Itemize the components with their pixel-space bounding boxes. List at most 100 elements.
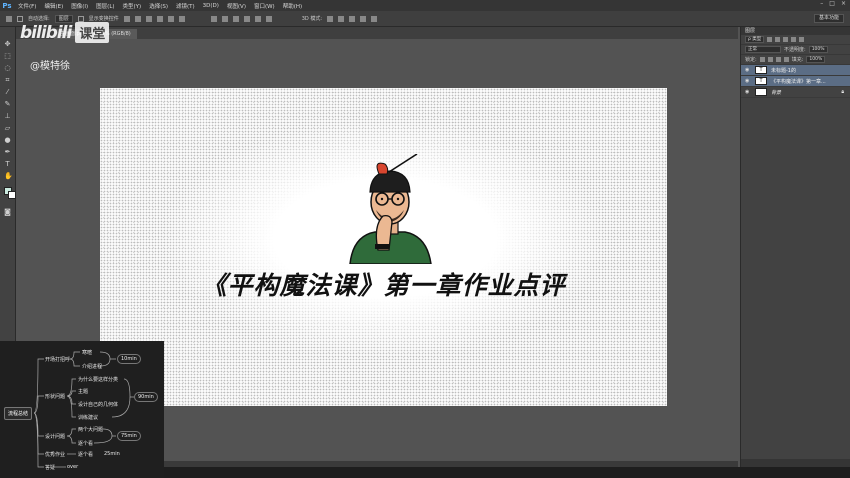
layer-row[interactable]: ◉ T 《平构魔法课》第一章... [741, 76, 850, 87]
watermark-course-badge: 课堂 [75, 22, 110, 43]
layer-row[interactable]: ◉ 背景 🔒︎ [741, 87, 850, 98]
menu-select[interactable]: 选择(S) [145, 2, 172, 10]
lock-all-icon[interactable] [783, 57, 789, 62]
window-controls: – □ × [820, 0, 846, 7]
minimize-icon[interactable]: – [820, 0, 823, 7]
lock-image-icon[interactable] [767, 57, 773, 62]
filter-smart-icon[interactable] [799, 37, 805, 42]
mindmap-time: 75min [117, 431, 141, 441]
lock-position-icon[interactable] [775, 57, 781, 62]
hand-tool-icon[interactable]: ✋ [4, 173, 13, 180]
auto-select-checkbox[interactable] [17, 15, 23, 22]
menu-type[interactable]: 类型(Y) [119, 2, 146, 10]
options-bar: 自动选择: 图层 显示变换控件 3D 模式: [0, 11, 850, 27]
type-tool-icon[interactable]: T [4, 161, 11, 168]
mindmap-branch: 形状问题 [45, 394, 66, 400]
auto-select-label: 自动选择: [28, 16, 50, 22]
layer-row[interactable]: ◉ T 未标题-1的 [741, 65, 850, 76]
align-right-icon[interactable] [178, 15, 185, 22]
mindmap-leaf: 逐个看 [78, 441, 94, 447]
visibility-eye-icon[interactable]: ◉ [745, 67, 751, 73]
distribute-top-icon[interactable] [210, 15, 217, 22]
layer-name: 背景 [771, 89, 782, 96]
brush-tool-icon[interactable]: ✎ [4, 101, 11, 108]
mindmap-time: 10min [117, 354, 141, 364]
3d-scale-icon[interactable] [371, 15, 378, 22]
mindmap-branch: 开场打招呼 [45, 357, 71, 363]
distribute-right-icon[interactable] [265, 15, 272, 22]
layers-panel: 图层 ρ 类型 正常 不透明度: 100% 锁定: 填充: 100% ◉ T 未… [740, 27, 850, 467]
pen-tool-icon[interactable]: ✒ [4, 149, 11, 156]
visibility-eye-icon[interactable]: ◉ [745, 78, 751, 84]
align-left-icon[interactable] [156, 15, 163, 22]
lasso-tool-icon[interactable]: ◌ [4, 65, 11, 72]
mindmap-branch: 答疑 [45, 465, 56, 471]
mindmap-root: 流程总结 [4, 407, 33, 420]
distribute-bottom-icon[interactable] [232, 15, 239, 22]
distribute-left-icon[interactable] [243, 15, 250, 22]
menu-bar: Ps 文件(F) 编辑(E) 图像(I) 图层(L) 类型(Y) 选择(S) 滤… [0, 0, 850, 11]
photoshop-logo-icon: Ps [2, 1, 12, 10]
menu-file[interactable]: 文件(F) [14, 2, 40, 10]
menu-image[interactable]: 图像(I) [67, 2, 92, 10]
background-color-swatch[interactable] [8, 191, 16, 199]
fill-field[interactable]: 100% [806, 56, 826, 63]
align-bottom-icon[interactable] [145, 15, 152, 22]
menu-view[interactable]: 视图(V) [223, 2, 250, 10]
lock-transparent-icon[interactable] [759, 57, 765, 62]
show-transform-label: 显示变换控件 [88, 16, 119, 22]
menu-window[interactable]: 窗口(W) [250, 2, 279, 10]
align-center-icon[interactable] [167, 15, 174, 22]
filter-adjust-icon[interactable] [775, 37, 781, 42]
menu-3d[interactable]: 3D(D) [199, 3, 223, 9]
blur-tool-icon[interactable]: ● [4, 137, 11, 144]
3d-pan-icon[interactable] [349, 15, 356, 22]
eyedropper-tool-icon[interactable]: ⁄ [4, 89, 11, 96]
watermark-username: @模特徐 [30, 61, 70, 72]
opacity-field[interactable]: 100% [808, 46, 828, 53]
distribute-middle-icon[interactable] [221, 15, 228, 22]
bilibili-watermark: bilibili 课堂 [20, 22, 110, 43]
layer-name: 《平构魔法课》第一章... [771, 78, 826, 85]
menu-edit[interactable]: 编辑(E) [40, 2, 67, 10]
stamp-tool-icon[interactable]: ⊥ [4, 113, 11, 120]
filter-shape-icon[interactable] [791, 37, 797, 42]
eraser-tool-icon[interactable]: ▱ [4, 125, 11, 132]
illustrated-man-avatar [349, 154, 432, 264]
quick-mask-icon[interactable]: ◙ [4, 209, 11, 216]
move-tool-icon[interactable] [6, 15, 12, 22]
menu-help[interactable]: 帮助(H) [279, 2, 306, 10]
blend-mode-dropdown[interactable]: 正常 [745, 46, 781, 53]
3d-rotate-icon[interactable] [327, 15, 334, 22]
opacity-label: 不透明度: [784, 47, 806, 53]
layer-thumbnail [755, 88, 767, 96]
filter-type-icon[interactable] [783, 37, 789, 42]
maximize-icon[interactable]: □ [829, 0, 835, 7]
mindmap-time: 25min [104, 451, 120, 457]
crop-tool-icon[interactable]: ⌗ [4, 77, 11, 84]
layer-filter-dropdown[interactable]: ρ 类型 [745, 36, 765, 43]
mindmap-leaf: 训练建议 [78, 415, 99, 421]
menu-layer[interactable]: 图层(L) [92, 2, 118, 10]
document-canvas[interactable]: 《平构魔法课》第一章作业点评 [100, 88, 667, 406]
3d-roll-icon[interactable] [338, 15, 345, 22]
document-tab-bar: 主画面.psd @ 66.7% (RGB/8) [16, 27, 738, 39]
distribute-center-icon[interactable] [254, 15, 261, 22]
layer-name: 未标题-1的 [771, 67, 796, 74]
menu-filter[interactable]: 滤镜(T) [172, 2, 199, 10]
filter-pixel-icon[interactable] [767, 37, 773, 42]
mindmap-overlay: 流程总结 开场打招呼 寒暄 介绍进程 10min 形状问题 为什么要这样分类 主… [0, 341, 164, 478]
3d-slide-icon[interactable] [360, 15, 367, 22]
show-transform-checkbox[interactable] [77, 15, 84, 22]
workspace-switcher[interactable]: 基本功能 [813, 14, 844, 23]
align-top-icon[interactable] [123, 15, 130, 22]
close-icon[interactable]: × [841, 0, 846, 7]
mindmap-leaf: over [67, 464, 79, 470]
mindmap-leaf: 逐个看 [78, 452, 94, 458]
align-middle-icon[interactable] [134, 15, 141, 22]
visibility-eye-icon[interactable]: ◉ [745, 89, 751, 95]
move-tool-icon[interactable]: ✥ [4, 41, 11, 48]
marquee-tool-icon[interactable]: ⬚ [4, 53, 11, 60]
mindmap-branch: 设计问题 [45, 434, 66, 440]
mindmap-time: 90min [134, 392, 158, 402]
